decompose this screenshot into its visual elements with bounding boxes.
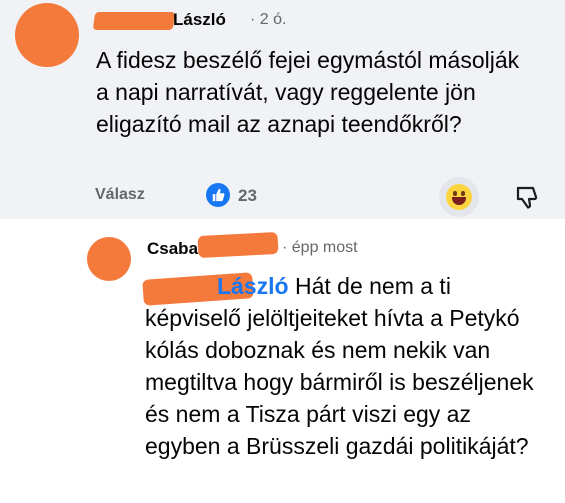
author-name-suffix[interactable]: László xyxy=(173,10,226,29)
timestamp[interactable]: · épp most xyxy=(282,239,358,257)
emoji-eye xyxy=(453,191,457,196)
author-name[interactable]: László xyxy=(95,10,226,30)
avatar[interactable] xyxy=(87,237,131,281)
emoji-mouth xyxy=(452,197,466,205)
mention-link[interactable]: László xyxy=(217,273,289,299)
emoji-eye xyxy=(461,191,465,196)
laughing-emoji-icon xyxy=(446,184,472,210)
reply-text: Hát de nem a ti képviselő jelöltjeiteket… xyxy=(145,273,534,459)
comment-text: A fidesz beszélő fejei egymástól másoljá… xyxy=(96,47,520,137)
thumbs-down-icon[interactable] xyxy=(513,183,541,211)
author-name[interactable]: Csaba xyxy=(147,239,198,259)
redaction-mark xyxy=(197,231,279,259)
timestamp[interactable]: · 2 ó. xyxy=(250,11,286,29)
like-count[interactable]: 23 xyxy=(238,186,257,206)
reply-comment-text: László Hát de nem a ti képviselő jelöltj… xyxy=(145,270,550,462)
reaction-button[interactable] xyxy=(439,177,479,217)
avatar[interactable] xyxy=(15,3,79,67)
reply-button[interactable]: Válasz xyxy=(95,186,145,204)
thumbs-up-icon[interactable] xyxy=(206,183,230,207)
